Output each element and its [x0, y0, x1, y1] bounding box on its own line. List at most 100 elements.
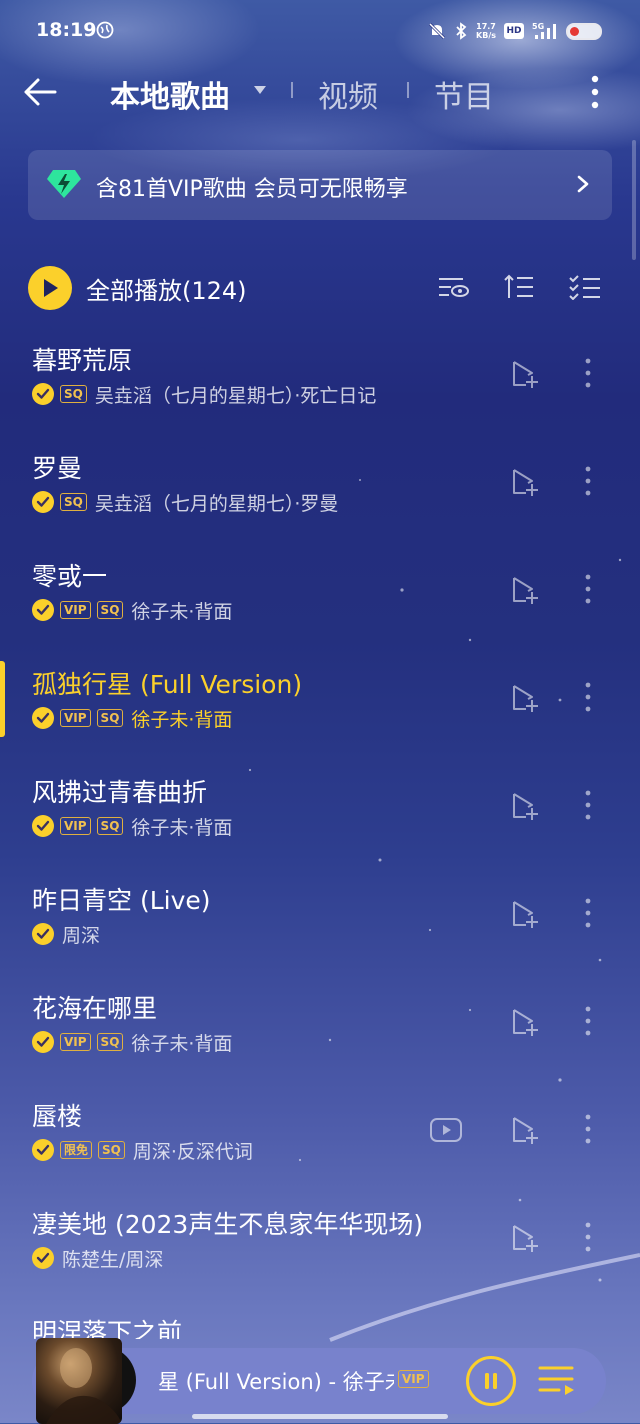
- signal-icon: 5G: [532, 22, 558, 40]
- song-item[interactable]: 花海在哪里 VIP SQ 徐子未·背面: [0, 977, 640, 1085]
- song-meta: VIP SQ 徐子未·背面: [32, 597, 232, 623]
- tab-programs[interactable]: 节目: [434, 72, 494, 116]
- song-artist-album: 徐子未·背面: [131, 1032, 233, 1055]
- song-tag: SQ: [96, 817, 124, 835]
- album-art[interactable]: [36, 1338, 122, 1424]
- net-speed: 17.7 KB/s: [476, 22, 496, 40]
- add-to-playlist-button[interactable]: [508, 465, 542, 499]
- video-play-icon: [430, 1118, 462, 1142]
- signal-label: 5G: [532, 22, 544, 31]
- play-all-label[interactable]: 全部播放(124): [86, 271, 247, 306]
- play-all-button[interactable]: [28, 266, 72, 310]
- more-vertical-icon: [585, 898, 591, 928]
- vip-promo-banner[interactable]: 含81首VIP歌曲 会员可无限畅享: [28, 150, 612, 220]
- battery-level: [570, 26, 579, 36]
- song-item[interactable]: 蜃楼 限免 SQ 周深·反深代词: [0, 1085, 640, 1193]
- status-time: 18:19: [36, 19, 97, 41]
- back-button[interactable]: [18, 70, 62, 114]
- tab-videos[interactable]: 视频: [318, 72, 378, 116]
- song-more-button[interactable]: [576, 463, 600, 499]
- song-meta: 陈楚生/周深: [32, 1245, 163, 1271]
- add-to-playlist-icon: [513, 361, 538, 388]
- top-nav: 本地歌曲 视频 节目: [0, 62, 640, 124]
- song-tag: VIP: [60, 1033, 91, 1051]
- song-item[interactable]: 罗曼 SQ 吴垚滔（七月的星期七）·罗曼: [0, 437, 640, 545]
- downloaded-check-icon: [32, 1247, 54, 1269]
- net-speed-unit: KB/s: [476, 31, 496, 40]
- more-vertical-icon: [591, 75, 599, 109]
- add-to-playlist-button[interactable]: [508, 1221, 542, 1255]
- song-more-button[interactable]: [576, 1111, 600, 1147]
- song-item[interactable]: 暮野荒原 SQ 吴垚滔（七月的星期七）·死亡日记: [0, 329, 640, 437]
- filter-eye-icon: [439, 278, 469, 297]
- song-item[interactable]: 明涅落下之前: [0, 1301, 640, 1339]
- song-title: 昨日青空 (Live): [32, 886, 211, 915]
- now-playing-title[interactable]: 星 (Full Version) - 徐子未: [158, 1366, 394, 1396]
- song-more-button[interactable]: [576, 1003, 600, 1039]
- song-title: 风拂过青春曲折: [32, 778, 208, 807]
- song-item[interactable]: 凄美地 (2023声生不息家年华现场) 陈楚生/周深: [0, 1193, 640, 1301]
- filter-view-button[interactable]: [436, 272, 470, 302]
- song-item[interactable]: 昨日青空 (Live) 周深: [0, 869, 640, 977]
- tab-local-songs[interactable]: 本地歌曲: [110, 72, 230, 116]
- song-meta: SQ 吴垚滔（七月的星期七）·死亡日记: [32, 381, 376, 407]
- song-tag: SQ: [96, 1033, 124, 1051]
- song-more-button[interactable]: [576, 787, 600, 823]
- batch-select-button[interactable]: [568, 272, 602, 302]
- song-item[interactable]: 风拂过青春曲折 VIP SQ 徐子未·背面: [0, 761, 640, 869]
- add-to-playlist-button[interactable]: [508, 1005, 542, 1039]
- more-vertical-icon: [585, 790, 591, 820]
- song-artist-album: 吴垚滔（七月的星期七）·死亡日记: [94, 384, 377, 407]
- more-options-button[interactable]: [580, 70, 610, 114]
- playlist-button[interactable]: [536, 1360, 578, 1400]
- song-item[interactable]: 孤独行星 (Full Version) VIP SQ 徐子未·背面: [0, 653, 640, 761]
- scrollbar-thumb[interactable]: [632, 140, 636, 260]
- song-more-button[interactable]: [576, 571, 600, 607]
- song-more-button[interactable]: [576, 355, 600, 391]
- chevron-right-icon: [577, 175, 589, 193]
- vip-diamond-icon: [47, 170, 81, 198]
- add-to-playlist-icon: [513, 469, 538, 496]
- song-more-button[interactable]: [576, 1219, 600, 1255]
- downloaded-check-icon: [32, 1031, 54, 1053]
- song-tag: SQ: [60, 493, 87, 511]
- add-to-playlist-button[interactable]: [508, 789, 542, 823]
- add-to-playlist-button[interactable]: [508, 1113, 542, 1147]
- add-to-playlist-button[interactable]: [508, 573, 542, 607]
- tab-divider: [291, 82, 293, 98]
- add-to-playlist-button[interactable]: [508, 681, 542, 715]
- downloaded-check-icon: [32, 707, 54, 729]
- downloaded-check-icon: [32, 599, 54, 621]
- downloaded-check-icon: [32, 923, 54, 945]
- pause-button[interactable]: [466, 1356, 516, 1406]
- add-to-playlist-button[interactable]: [508, 357, 542, 391]
- song-title: 凄美地 (2023声生不息家年华现场): [32, 1210, 424, 1239]
- song-more-button[interactable]: [576, 679, 600, 715]
- album-cover-image: [46, 1348, 122, 1424]
- song-tag: VIP: [60, 601, 91, 619]
- sort-button[interactable]: [502, 272, 536, 302]
- song-title: 暮野荒原: [32, 346, 133, 375]
- song-more-button[interactable]: [576, 895, 600, 931]
- mute-bell-icon: [428, 22, 446, 40]
- mv-video-button[interactable]: [428, 1113, 464, 1147]
- downloaded-check-icon: [32, 815, 54, 837]
- song-artist-album: 陈楚生/周深: [62, 1248, 164, 1271]
- globe-icon: [96, 21, 114, 39]
- song-meta: VIP SQ 徐子未·背面: [32, 705, 232, 731]
- song-artist-album: 徐子未·背面: [131, 816, 233, 839]
- add-to-playlist-icon: [513, 577, 538, 604]
- more-vertical-icon: [585, 574, 591, 604]
- song-item[interactable]: 零或一 VIP SQ 徐子未·背面: [0, 545, 640, 653]
- song-artist-album: 周深: [62, 924, 101, 947]
- sort-icon: [504, 274, 533, 298]
- song-tag: VIP: [60, 709, 91, 727]
- home-indicator[interactable]: [192, 1414, 448, 1419]
- song-tag: 限免: [60, 1141, 93, 1159]
- battery-icon: [566, 22, 602, 40]
- song-list[interactable]: 暮野荒原 SQ 吴垚滔（七月的星期七）·死亡日记 罗曼 SQ 吴垚滔（七月的星期七）·罗曼…: [0, 329, 640, 1339]
- add-to-playlist-button[interactable]: [508, 897, 542, 931]
- caret-down-icon[interactable]: [252, 82, 268, 98]
- checklist-icon: [569, 275, 600, 300]
- song-title: 零或一: [32, 562, 108, 591]
